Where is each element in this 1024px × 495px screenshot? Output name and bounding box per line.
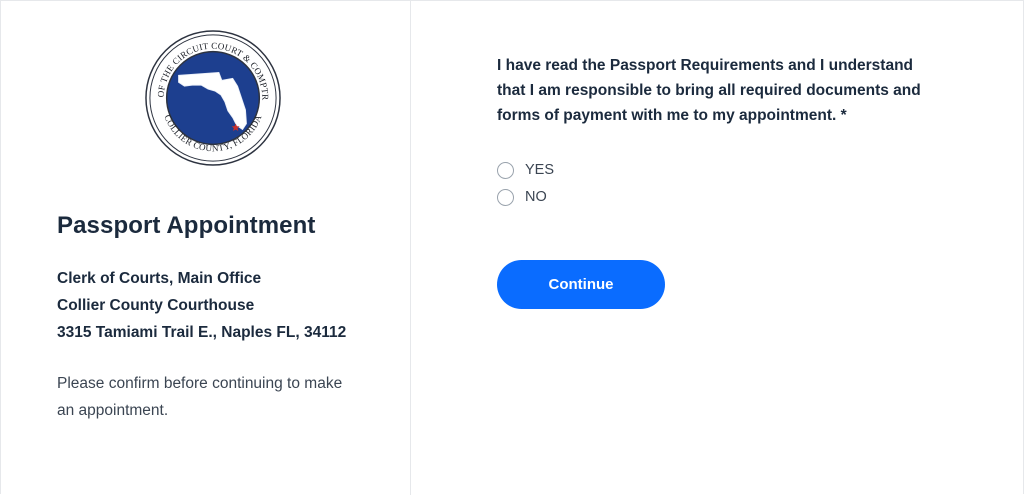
option-no[interactable]: NO	[497, 186, 547, 208]
office-address: Clerk of Courts, Main Office Collier Cou…	[57, 265, 346, 346]
address-line-office: Clerk of Courts, Main Office	[57, 270, 262, 287]
requirements-question: I have read the Passport Requirements an…	[497, 57, 921, 124]
option-yes-label: YES	[525, 162, 555, 178]
radio-yes[interactable]	[497, 161, 514, 179]
address-line-courthouse: Collier County Courthouse	[57, 297, 255, 314]
appointment-info-panel: CLERK OF THE CIRCUIT COURT & COMPTROLLER…	[1, 1, 411, 495]
option-yes[interactable]: YES	[497, 159, 554, 181]
page-title: Passport Appointment	[57, 212, 316, 239]
option-no-label: NO	[525, 189, 547, 205]
confirmation-form: I have read the Passport Requirements an…	[412, 1, 1024, 495]
radio-no[interactable]	[497, 188, 514, 206]
confirmation-note: Please confirm before continuing to make…	[57, 375, 343, 419]
continue-button[interactable]: Continue	[497, 260, 665, 309]
clerk-seal-logo: CLERK OF THE CIRCUIT COURT & COMPTROLLER…	[144, 29, 281, 166]
page-frame: CLERK OF THE CIRCUIT COURT & COMPTROLLER…	[0, 0, 1024, 495]
address-line-street: 3315 Tamiami Trail E., Naples FL, 34112	[57, 324, 347, 341]
